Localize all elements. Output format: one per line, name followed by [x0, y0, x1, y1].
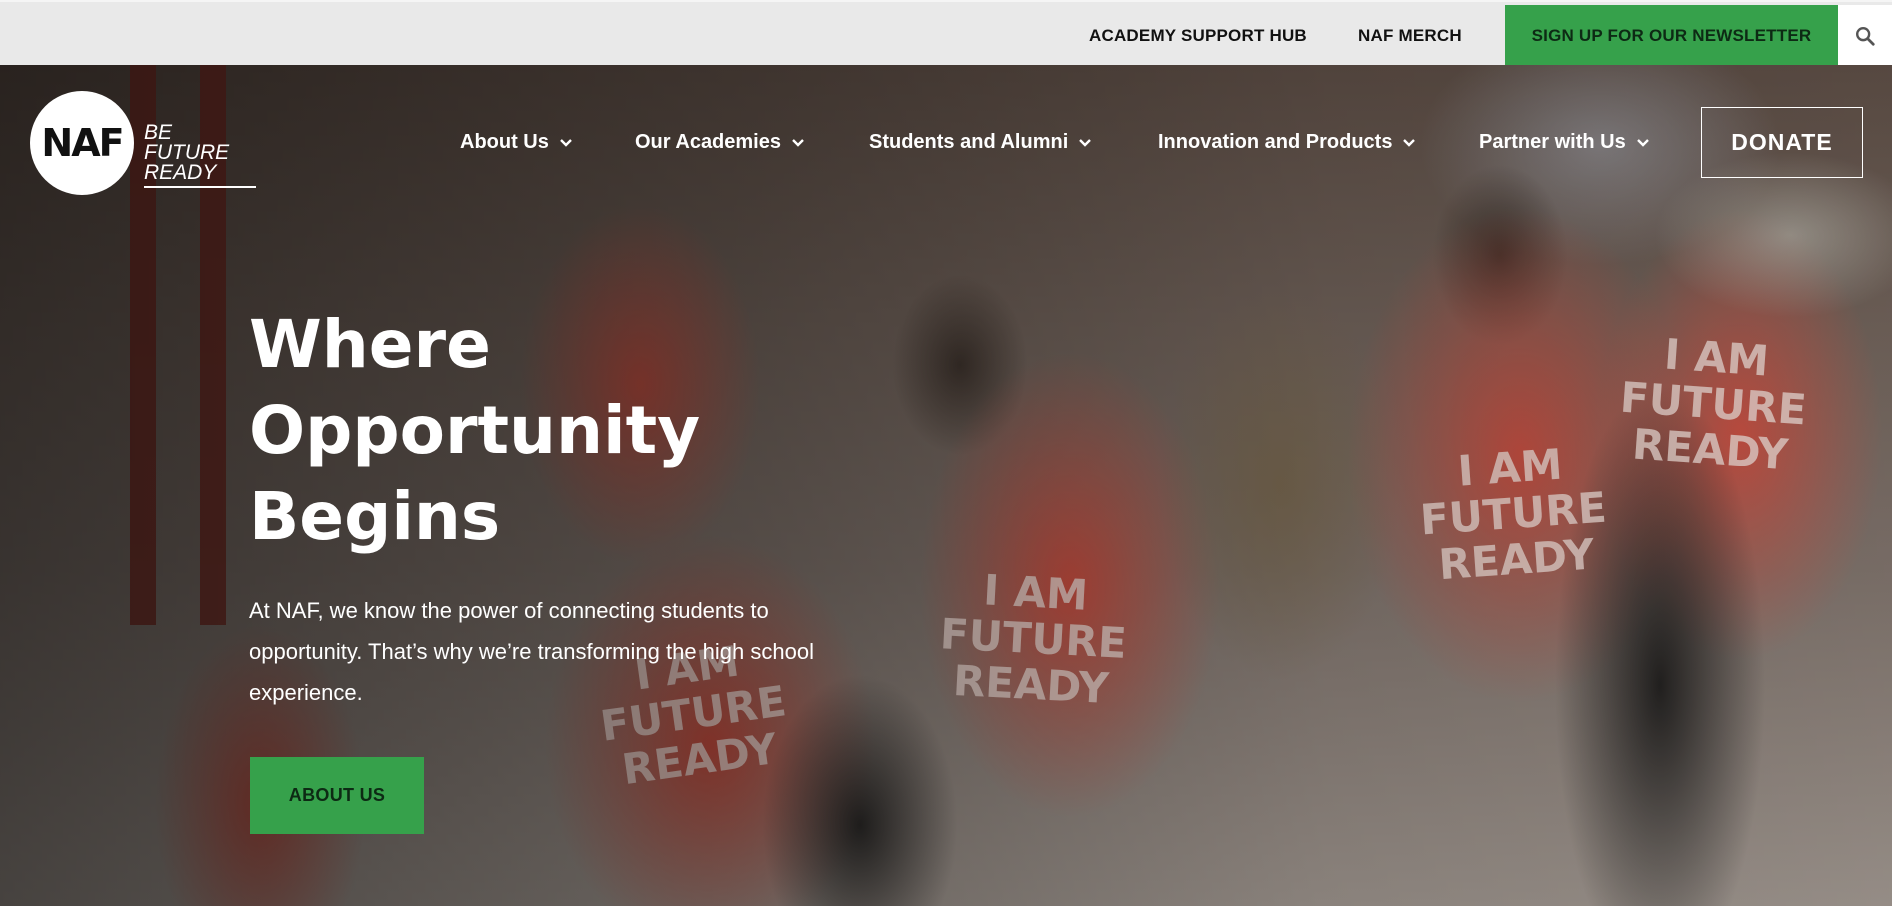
academy-support-hub-link[interactable]: ACADEMY SUPPORT HUB [1089, 26, 1307, 46]
nav-item-label: Innovation and Products [1158, 131, 1393, 153]
nav-item-label: Partner with Us [1479, 131, 1626, 153]
logo-tagline: BE FUTURE READY [144, 121, 256, 188]
about-us-button[interactable]: ABOUT US [250, 757, 424, 834]
search-icon [1856, 27, 1875, 46]
tagline-line: READY [144, 161, 217, 184]
naf-merch-link[interactable]: NAF MERCH [1358, 26, 1462, 46]
nav-item-our-academies[interactable]: Our Academies [635, 131, 805, 154]
nav-item-label: About Us [460, 131, 549, 153]
tagline-line: BE FUTURE [144, 121, 230, 164]
utility-bar: ACADEMY SUPPORT HUB NAF MERCH SIGN UP FO… [0, 0, 1892, 67]
nav-item-innovation-and-products[interactable]: Innovation and Products [1158, 131, 1416, 154]
hero-description: At NAF, we know the power of connecting … [249, 598, 814, 705]
nav-item-label: Our Academies [635, 131, 781, 153]
nav-item-label: Students and Alumni [869, 131, 1069, 153]
hero-title-line: Where [249, 306, 491, 383]
search-button[interactable] [1838, 5, 1892, 67]
chevron-down-icon [1078, 138, 1092, 148]
hero-title-line: Begins [249, 478, 501, 555]
naf-logo[interactable]: NAF BE FUTURE READY [30, 91, 260, 195]
chevron-down-icon [1402, 138, 1416, 148]
logo-mark: NAF [41, 121, 124, 165]
chevron-down-icon [791, 138, 805, 148]
newsletter-signup-button[interactable]: SIGN UP FOR OUR NEWSLETTER [1505, 5, 1838, 67]
chevron-down-icon [1636, 138, 1650, 148]
nav-item-partner-with-us[interactable]: Partner with Us [1479, 131, 1650, 154]
nav-item-students-and-alumni[interactable]: Students and Alumni [869, 131, 1092, 154]
hero-title: Where Opportunity Begins [249, 302, 809, 560]
hero-title-line: Opportunity [249, 392, 701, 469]
donate-button[interactable]: DONATE [1701, 107, 1863, 178]
logo-circle: NAF [30, 91, 134, 195]
chevron-down-icon [559, 138, 573, 148]
nav-item-about-us[interactable]: About Us [460, 131, 573, 154]
